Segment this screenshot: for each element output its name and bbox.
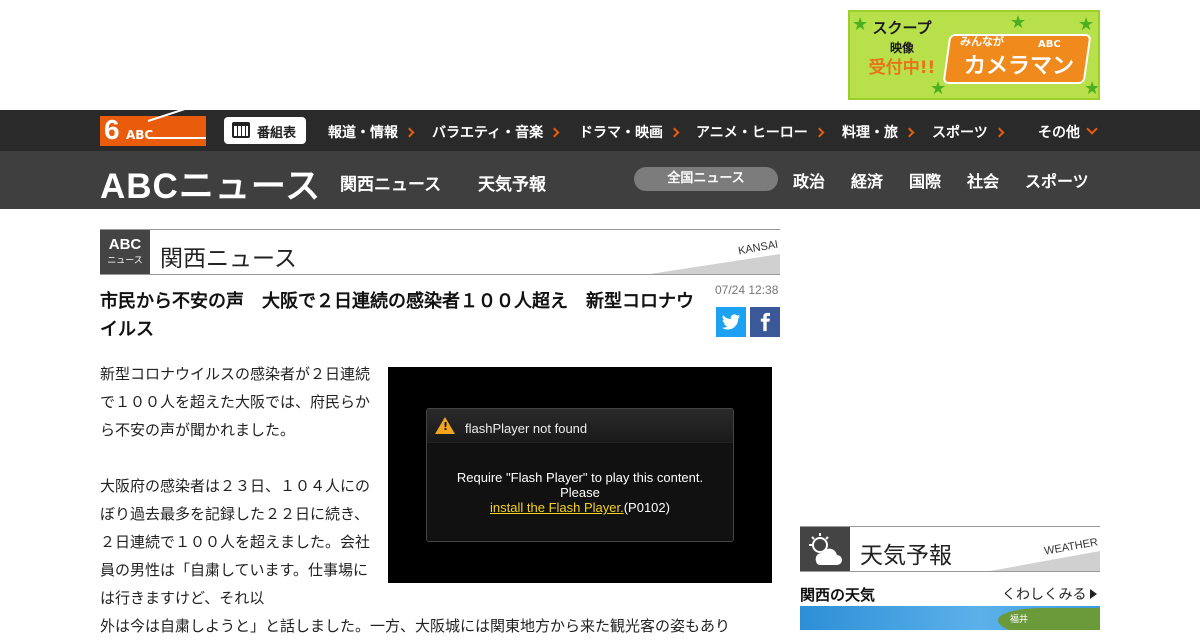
abc-6-logo[interactable]: 6 ABC xyxy=(100,102,206,146)
ad-scoop-line2: 映像 xyxy=(889,41,914,55)
news-nav-society[interactable]: 社会 xyxy=(967,168,999,192)
section-title: 関西ニュース xyxy=(160,246,297,272)
section-wedge xyxy=(650,254,780,274)
nav-item-label: 料理・旅 xyxy=(842,125,898,141)
flash-dialog-title: flashPlayer not found xyxy=(465,421,588,436)
logo-six: 6 xyxy=(104,114,120,145)
chevron-right-icon xyxy=(404,127,415,138)
star-icon: ★ xyxy=(1084,78,1100,99)
flash-error-dialog: ! flashPlayer not found Require "Flash P… xyxy=(426,408,734,542)
chevron-right-icon xyxy=(904,127,915,138)
article-date: 07/24 12:38 xyxy=(715,283,779,297)
weather-kansai-title: 関西の天気 xyxy=(800,586,876,604)
weather-title: 天気予報 xyxy=(860,543,952,569)
twitter-share-button[interactable] xyxy=(716,307,746,337)
article-headline: 市民から不安の声 大阪で２日連続の感染者１００人超え 新型コロナウイルス xyxy=(100,291,694,340)
article-paragraph-continued: 外は今は自粛しようと」と話しました。一方、大阪城には関東地方から来た観光客の姿も… xyxy=(100,617,731,635)
ad-badge-abc: ABC xyxy=(1038,39,1061,50)
flash-error-code: (P0102) xyxy=(623,500,670,515)
article-paragraph: 大阪府の感染者は２３日、１０４人にのぼり過去最多を記録した２２日に続き、２日連続… xyxy=(100,477,371,607)
news-nav-sports[interactable]: スポーツ xyxy=(1025,168,1089,192)
nav-item-label: ドラマ・映画 xyxy=(579,125,663,141)
flash-message-line1: Require "Flash Player" to play this cont… xyxy=(456,470,704,485)
nav-item-sports[interactable]: スポーツ xyxy=(932,122,1005,142)
weather-more-label: くわしくみる xyxy=(1002,587,1087,603)
chevron-down-icon xyxy=(1086,123,1098,135)
chevron-right-icon xyxy=(669,127,680,138)
news-nav-international[interactable]: 国際 xyxy=(909,168,941,192)
flash-dialog-titlebar: ! flashPlayer not found xyxy=(427,409,733,443)
ad-badge-prefix: みんなが xyxy=(960,35,1004,48)
weather-map[interactable]: 福井 xyxy=(800,606,1100,630)
nav-item-cooking-travel[interactable]: 料理・旅 xyxy=(842,122,915,142)
schedule-label: 番組表 xyxy=(257,126,297,141)
flash-dialog-message: Require "Flash Player" to play this cont… xyxy=(427,470,733,515)
install-flash-link[interactable]: install the Flash Player. xyxy=(490,500,624,515)
flash-message-line2: Please xyxy=(560,485,600,500)
weather-badge xyxy=(800,527,850,571)
news-nav-kansai[interactable]: 関西ニュース xyxy=(340,170,441,195)
weather-cloud-sun-icon xyxy=(809,533,842,565)
video-player[interactable]: ! flashPlayer not found Require "Flash P… xyxy=(388,367,772,583)
top-banner-ad[interactable]: ★ ★ ★ ★ ★ スクープ 映像 受付中!! みんなが カメラマン ABC xyxy=(848,10,1100,100)
ad-badge-text: みんなが カメラマン xyxy=(954,36,1084,80)
star-icon: ★ xyxy=(1078,14,1095,35)
weather-section-header: 天気予報 WEATHER xyxy=(800,526,1100,572)
abc-news-logo[interactable]: ABCニュース xyxy=(100,158,321,209)
calendar-icon xyxy=(232,122,250,138)
logo-swoosh-base xyxy=(148,137,206,139)
facebook-icon xyxy=(760,312,770,332)
logo-abc: ABC xyxy=(126,128,154,142)
badge-abc: ABC xyxy=(108,236,142,253)
section-header-kansai: ABC ニュース 関西ニュース KANSAI xyxy=(100,229,780,275)
news-nav-national-pill[interactable]: 全国ニュース xyxy=(634,167,778,191)
nav-item-label: アニメ・ヒーロー xyxy=(696,125,808,141)
chevron-right-icon xyxy=(549,127,560,138)
ad-scoop-line1: スクープ xyxy=(872,19,932,37)
weather-more-link[interactable]: くわしくみる xyxy=(1002,584,1097,604)
ad-scoop-line3: 受付中!! xyxy=(868,58,936,78)
badge-news: ニュース xyxy=(107,256,143,266)
nav-item-variety-music[interactable]: バラエティ・音楽 xyxy=(432,122,560,142)
weather-map-city-label: 福井 xyxy=(1010,615,1029,625)
nav-item-anime-hero[interactable]: アニメ・ヒーロー xyxy=(696,122,825,142)
star-icon: ★ xyxy=(1010,12,1027,33)
chevron-right-icon xyxy=(994,127,1005,138)
nav-item-label: 報道・情報 xyxy=(328,125,398,141)
nav-item-label: バラエティ・音楽 xyxy=(432,125,544,141)
article-body: 新型コロナウイルスの感染者が２日連続で１００人を超えた大阪では、府民らから不安の… xyxy=(100,360,376,640)
nav-item-label: スポーツ xyxy=(932,125,988,141)
warning-icon-mark: ! xyxy=(443,420,449,433)
nav-item-news-info[interactable]: 報道・情報 xyxy=(328,122,415,142)
news-nav-economy[interactable]: 経済 xyxy=(851,168,883,192)
article-paragraph: 新型コロナウイルスの感染者が２日連続で１００人を超えた大阪では、府民らから不安の… xyxy=(100,365,371,439)
triangle-right-icon xyxy=(1089,589,1097,599)
nav-item-other[interactable]: その他 xyxy=(1038,122,1098,142)
news-nav-weather[interactable]: 天気予報 xyxy=(478,170,546,195)
twitter-icon xyxy=(721,314,741,330)
nav-item-label: その他 xyxy=(1038,125,1080,141)
ad-badge-main: カメラマン xyxy=(963,54,1074,79)
news-nav-politics[interactable]: 政治 xyxy=(793,168,825,192)
facebook-share-button[interactable] xyxy=(750,307,780,337)
chevron-right-icon xyxy=(814,127,825,138)
nav-item-drama-movie[interactable]: ドラマ・映画 xyxy=(579,122,680,142)
abc-news-badge: ABC ニュース xyxy=(100,230,150,274)
ad-scoop-text: スクープ 映像 受付中!! xyxy=(858,18,946,96)
schedule-button[interactable]: 番組表 xyxy=(224,117,306,144)
